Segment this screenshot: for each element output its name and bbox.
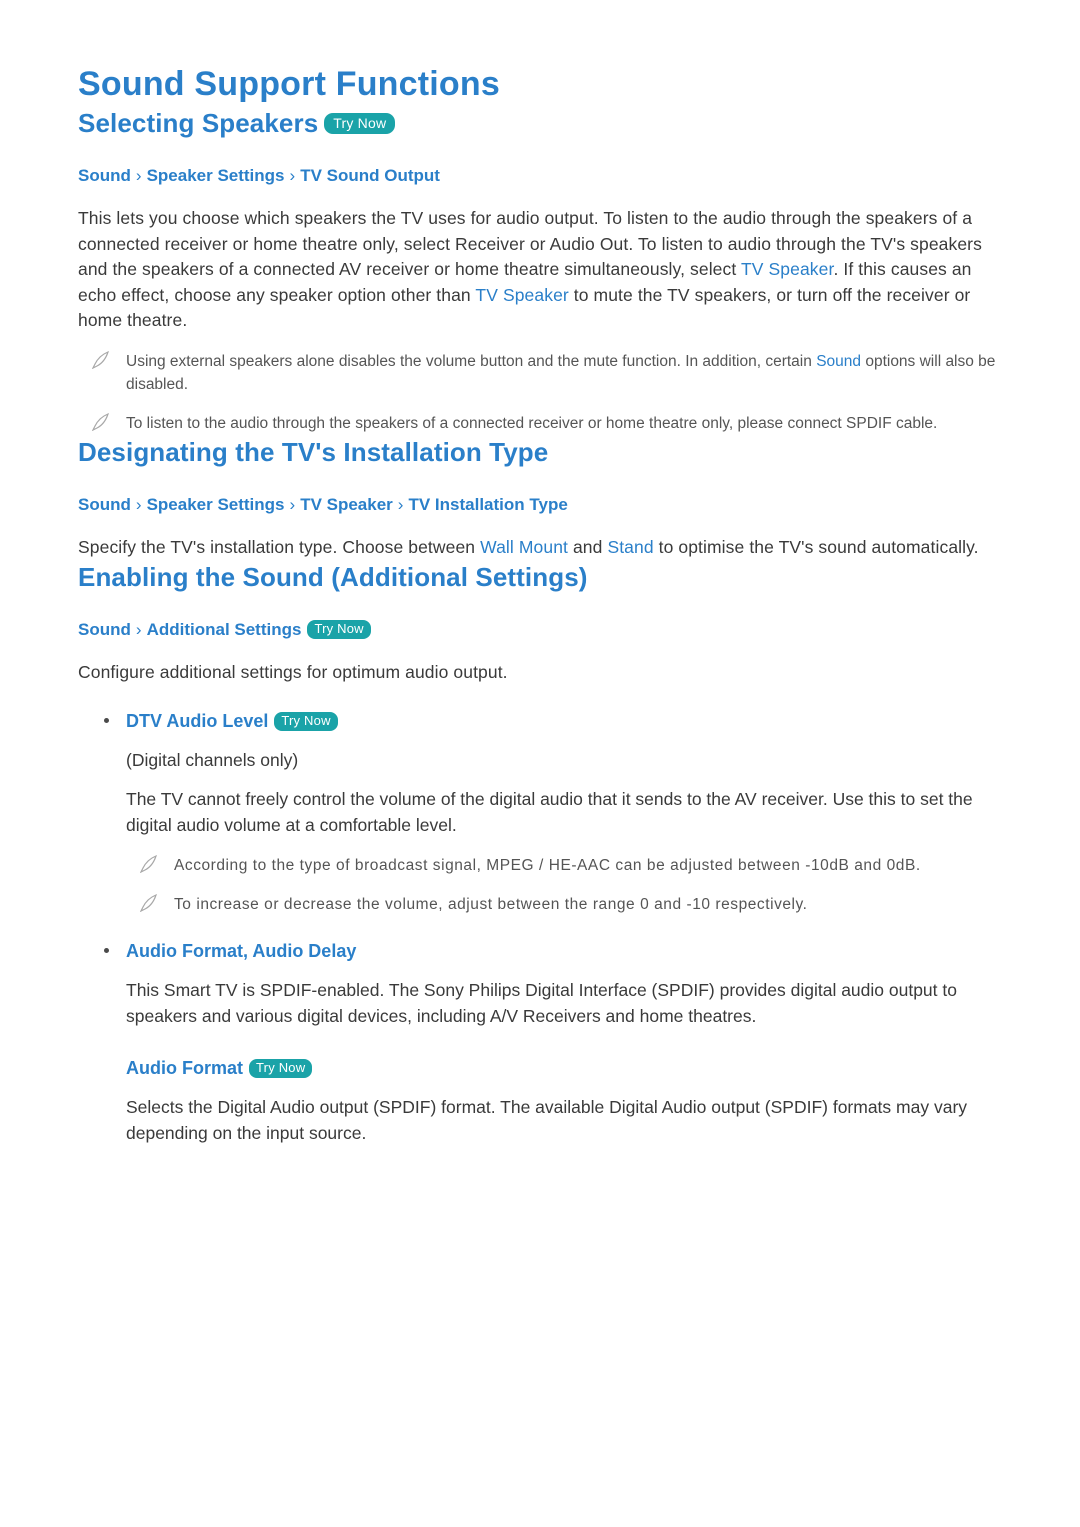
- try-now-badge[interactable]: Try Now: [274, 711, 338, 731]
- section-title-selecting-speakers: Selecting Speakers Try Now: [78, 106, 1002, 140]
- try-now-badge[interactable]: Try Now: [307, 620, 371, 639]
- breadcrumb-installation-type: Sound › Speaker Settings › TV Speaker › TV Ins…: [78, 493, 1002, 517]
- section-title-enabling-sound: Enabling the Sound (Additional Settings): [78, 560, 1002, 594]
- note-text: According to the type of broadcast signa…: [174, 857, 921, 874]
- body-highlight: Stand: [607, 536, 654, 557]
- quill-icon: [91, 350, 110, 369]
- section-title-text: Designating the TV's Installation Type: [78, 436, 549, 467]
- quill-icon: [139, 893, 158, 913]
- section-body-selecting-speakers: This lets you choose which speakers the …: [78, 206, 1002, 334]
- breadcrumb-separator-icon: ›: [135, 166, 142, 185]
- body-highlight: Wall Mount: [480, 536, 568, 557]
- list-item-dtv-audio-level: DTV Audio Level Try Now: [104, 708, 1002, 734]
- section-title-text: Selecting Speakers: [78, 108, 319, 138]
- breadcrumb-item: Sound: [78, 620, 131, 639]
- note-item: Using external speakers alone disables t…: [91, 350, 1002, 396]
- note-highlight: Sound: [816, 352, 862, 370]
- breadcrumb-separator-icon: ›: [135, 494, 142, 514]
- page-title: Sound Support Functions: [78, 65, 500, 103]
- item-subtext: (Digital channels only): [126, 749, 299, 770]
- section-title-text: Enabling the Sound (Additional Settings): [78, 562, 588, 592]
- quill-icon: [91, 412, 110, 431]
- breadcrumb-item: Sound: [78, 166, 131, 185]
- body-fragment: to optimise the TV's sound automatically…: [653, 536, 979, 557]
- breadcrumb-selecting-speakers: Sound › Speaker Settings › TV Sound Output: [78, 164, 1002, 188]
- body-highlight: TV Speaker: [475, 284, 569, 305]
- item-subtext: This Smart TV is SPDIF-enabled. The Sony…: [126, 980, 957, 1026]
- sub-heading-label: Audio Format: [126, 1058, 243, 1078]
- body-highlight: TV Speaker: [740, 259, 834, 279]
- note-text: To listen to the audio through the speak…: [126, 414, 938, 432]
- breadcrumb-item: Sound: [78, 494, 131, 514]
- body-fragment: Specify the TV's installation type. Choo…: [78, 536, 481, 557]
- sub-heading-audio-format: Audio Format Try Now: [126, 1055, 1002, 1081]
- note-item: To listen to the audio through the speak…: [91, 412, 1002, 435]
- list-item-audio-format-delay: Audio Format, Audio Delay: [104, 938, 1002, 964]
- bullet-dot-icon: [104, 948, 109, 953]
- list-item-label: DTV Audio Level: [126, 710, 269, 731]
- list-item-label: Audio Format, Audio Delay: [126, 941, 357, 961]
- breadcrumb-separator-icon: ›: [289, 166, 296, 185]
- quill-icon: [139, 854, 158, 874]
- breadcrumb-item: TV Speaker: [300, 494, 393, 514]
- document-page: Sound Support Functions Selecting Speake…: [0, 0, 1080, 1146]
- breadcrumb-enabling-sound: Sound › Additional Settings Try Now: [78, 618, 1002, 642]
- try-now-badge[interactable]: Try Now: [249, 1059, 313, 1078]
- note-item: To increase or decrease the volume, adju…: [139, 893, 1002, 916]
- section-body-installation-type: Specify the TV's installation type. Choo…: [78, 535, 1002, 561]
- note-text: Using external speakers alone disables t…: [126, 350, 1002, 396]
- breadcrumb-item: TV Sound Output: [300, 166, 440, 185]
- try-now-badge[interactable]: Try Now: [324, 113, 396, 134]
- breadcrumb-item: Speaker Settings: [146, 494, 285, 514]
- note-text: To increase or decrease the volume, adju…: [174, 896, 808, 913]
- breadcrumb-separator-icon: ›: [135, 620, 142, 639]
- note-item: According to the type of broadcast signa…: [139, 854, 1002, 877]
- breadcrumb-item: TV Installation Type: [408, 494, 568, 514]
- section-body-enabling-sound: Configure additional settings for optimu…: [78, 662, 508, 682]
- breadcrumb-item: Additional Settings: [146, 620, 302, 639]
- breadcrumb-separator-icon: ›: [397, 494, 404, 514]
- breadcrumb-separator-icon: ›: [289, 494, 296, 514]
- note-fragment: Using external speakers alone disables t…: [126, 352, 817, 370]
- item-subtext: The TV cannot freely control the volume …: [126, 789, 973, 835]
- section-title-installation-type: Designating the TV's Installation Type: [78, 435, 1002, 469]
- bullet-dot-icon: [104, 717, 109, 723]
- body-fragment: and: [568, 536, 608, 557]
- item-subtext: Selects the Digital Audio output (SPDIF)…: [126, 1097, 968, 1143]
- breadcrumb-item: Speaker Settings: [146, 166, 285, 185]
